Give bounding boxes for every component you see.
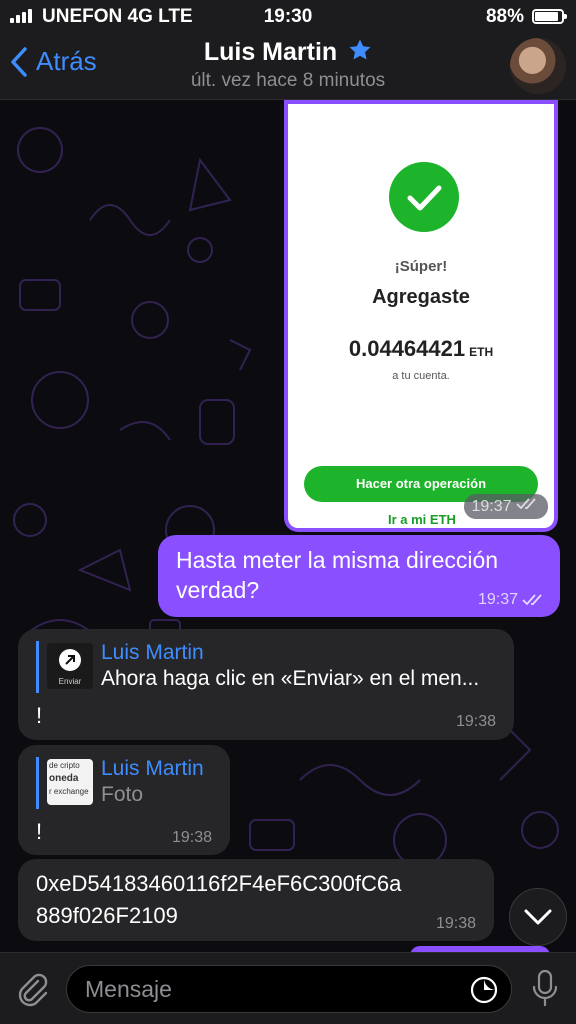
outgoing-message[interactable]: Hasta meter la misma dirección verdad? 1…	[158, 535, 560, 617]
star-icon	[349, 39, 371, 60]
message-text: !	[36, 703, 43, 728]
chat-header: Atrás Luis Martin últ. vez hace 8 minuto…	[0, 32, 576, 100]
thumb-line: oneda	[49, 773, 79, 784]
image-timestamp: 19:37	[463, 494, 548, 519]
battery-percent: 88%	[485, 6, 524, 27]
thumb-label: Enviar	[58, 677, 82, 686]
scroll-down-button[interactable]	[509, 888, 567, 946]
message-text-line: 0xeD54183460116f2F4eF6C300fC6a	[36, 871, 402, 896]
incoming-message-reply-1[interactable]: Enviar Luis Martin Ahora haga clic en «E…	[18, 629, 514, 740]
receipt-amount: 0.04464421 ETH	[288, 336, 554, 362]
message-text: !	[36, 819, 43, 844]
incoming-message-reply-2[interactable]: de cripto oneda r exchange Luis Martin F…	[18, 745, 230, 855]
reply-preview[interactable]: de cripto oneda r exchange Luis Martin F…	[36, 757, 204, 809]
receipt-title: Agregaste	[372, 286, 470, 308]
double-check-icon	[522, 594, 542, 606]
message-input-container[interactable]	[66, 965, 512, 1013]
chevron-down-icon	[524, 909, 552, 925]
receipt-amount-unit: ETH	[469, 345, 494, 359]
image-message[interactable]: ¡Súper! Agregaste 0.04464421 ETH a tu cue…	[284, 100, 558, 532]
reply-thumbnail: de cripto oneda r exchange	[47, 759, 93, 805]
reply-thumbnail: Enviar	[47, 643, 93, 689]
success-check-icon	[389, 162, 459, 232]
battery-level	[535, 12, 558, 21]
contact-title[interactable]: Luis Martin	[0, 38, 576, 67]
microphone-icon	[532, 969, 558, 1007]
thumb-line: r exchange	[49, 787, 89, 796]
message-composer	[0, 952, 576, 1024]
reply-text: Foto	[101, 783, 144, 806]
voice-record-button[interactable]	[532, 969, 558, 1012]
reply-sender: Luis Martin	[101, 757, 204, 780]
sticker-button[interactable]	[469, 975, 499, 1010]
chat-area[interactable]: ¡Súper! Agregaste 0.04464421 ETH a tu cue…	[0, 100, 576, 952]
status-bar: UNEFON 4G LTE 19:30 88%	[0, 0, 576, 32]
message-time: 19:38	[455, 713, 496, 730]
receipt-amount-value: 0.04464421	[348, 336, 466, 361]
receipt-eth-link: Ir a mi ETH	[388, 512, 456, 527]
reply-text: Ahora haga clic en «Enviar» en el men...	[101, 667, 480, 690]
message-text-line: 889f026F2109	[36, 903, 178, 928]
receipt-note: a tu cuenta.	[392, 370, 450, 382]
message-time: 19:38	[435, 915, 476, 932]
receipt-screenshot: ¡Súper! Agregaste 0.04464421 ETH a tu cue…	[288, 104, 554, 528]
sticker-icon	[470, 976, 498, 1004]
message-meta: 19:37	[478, 591, 546, 609]
contact-name: Luis Martin	[203, 38, 338, 66]
receipt-super-text: ¡Súper!	[394, 258, 448, 275]
battery-icon	[532, 9, 567, 24]
incoming-message-address[interactable]: 0xeD54183460116f2F4eF6C300fC6a 889f026F2…	[18, 859, 494, 941]
double-check-icon	[516, 498, 536, 510]
last-seen-status: últ. vez hace 8 minutos	[190, 70, 386, 91]
message-time: 19:38	[171, 829, 212, 846]
image-time: 19:37	[471, 498, 512, 515]
message-input[interactable]	[85, 966, 455, 1012]
thumb-line: de cripto	[49, 761, 80, 770]
reply-sender: Luis Martin	[101, 641, 204, 664]
avatar[interactable]	[510, 38, 566, 94]
attach-button[interactable]	[14, 971, 50, 1012]
paperclip-icon	[18, 973, 48, 1007]
message-time: 19:37	[477, 591, 518, 608]
reply-preview[interactable]: Enviar Luis Martin Ahora haga clic en «E…	[36, 641, 479, 693]
